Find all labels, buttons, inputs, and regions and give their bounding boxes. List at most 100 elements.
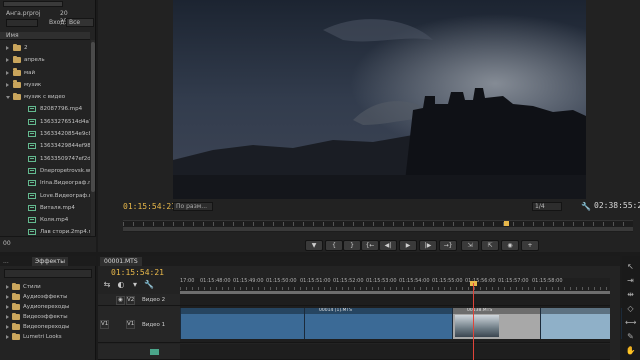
bin-item[interactable]: музик с видео bbox=[0, 91, 90, 103]
marker-button[interactable]: ▼ bbox=[305, 240, 323, 251]
effects-category[interactable]: Видеопереходы bbox=[0, 322, 96, 332]
duration-timecode: 02:38:55:21 bbox=[594, 201, 640, 210]
column-header-label: Имя bbox=[6, 32, 19, 39]
disclosure-closed-icon[interactable] bbox=[6, 315, 9, 319]
bin-item[interactable]: май bbox=[0, 67, 90, 79]
toggle-track-output-icon[interactable]: ◉ bbox=[116, 296, 125, 305]
clip-item[interactable]: Коля.mp4 bbox=[0, 214, 90, 226]
timeline-clip[interactable]: 00138.MTS bbox=[452, 308, 540, 339]
ruler-label: 01:15:48:00 bbox=[200, 278, 231, 284]
tab-other[interactable]: ... bbox=[0, 257, 12, 266]
timeline-clip[interactable] bbox=[540, 308, 610, 339]
tab-effects[interactable]: Эффекты bbox=[32, 257, 68, 266]
track-target-v1[interactable]: V1 bbox=[126, 320, 135, 329]
ripple-edit-tool-icon[interactable]: ⇹ bbox=[625, 290, 636, 299]
razor-tool-icon[interactable]: ◇ bbox=[625, 304, 636, 313]
linked-selection-icon[interactable]: ◐ bbox=[116, 280, 126, 290]
audio-track-indicator bbox=[150, 349, 159, 355]
folder-icon bbox=[13, 80, 21, 88]
clip-item[interactable]: 82087796.mp4 bbox=[0, 103, 90, 115]
effects-category[interactable]: Аудиопереходы bbox=[0, 302, 96, 312]
clip-item[interactable]: 13633276514d4a7a bbox=[0, 116, 90, 128]
disclosure-closed-icon[interactable] bbox=[6, 295, 9, 299]
project-scrollbar[interactable] bbox=[91, 40, 95, 236]
disclosure-closed-icon[interactable] bbox=[6, 335, 9, 339]
clip-item[interactable]: Виталя.mp4 bbox=[0, 202, 90, 214]
ruler-label: 01:15:58:00 bbox=[532, 278, 563, 284]
disclosure-closed-icon[interactable] bbox=[6, 305, 9, 309]
track-header-a1 bbox=[98, 344, 180, 360]
settings-icon[interactable]: 🔧 bbox=[144, 280, 154, 290]
timeline-playhead[interactable] bbox=[473, 283, 474, 360]
mark-in-button[interactable]: { bbox=[325, 240, 343, 251]
clip-icon bbox=[28, 167, 36, 174]
bin-item[interactable]: музик bbox=[0, 79, 90, 91]
timeline-timecode[interactable]: 01:15:54:21 bbox=[111, 268, 164, 277]
effects-category[interactable]: Lumetri Looks bbox=[0, 332, 96, 342]
scrollbar-thumb[interactable] bbox=[91, 42, 95, 192]
resolution-select[interactable]: 1/4 bbox=[532, 202, 562, 211]
track-lane-a1[interactable] bbox=[180, 344, 610, 360]
export-frame-button[interactable]: ◉ bbox=[501, 240, 519, 251]
project-search-input[interactable] bbox=[6, 19, 38, 27]
step-back-button[interactable]: ◀| bbox=[379, 240, 397, 251]
clip-item[interactable]: 13633509747ef2d bbox=[0, 153, 90, 165]
step-forward-button[interactable]: |▶ bbox=[419, 240, 437, 251]
play-button[interactable]: ▶ bbox=[399, 240, 417, 251]
find-scope-select[interactable]: Все bbox=[66, 18, 94, 27]
clip-item[interactable]: Love.Видеограф.m bbox=[0, 190, 90, 202]
effects-category-label: Аудиопереходы bbox=[23, 304, 70, 310]
track-select-tool-icon[interactable]: ⇥ bbox=[625, 276, 636, 285]
ruler-label: 17:00 bbox=[180, 278, 195, 284]
item-label: Dnepropetrovsk.w bbox=[40, 167, 90, 174]
monitor-time-ruler[interactable] bbox=[123, 220, 633, 232]
clip-title bbox=[541, 308, 610, 314]
disclosure-open-icon[interactable] bbox=[6, 96, 10, 100]
timeline-clip[interactable]: 00014 [1].MTS bbox=[304, 308, 452, 339]
clip-item[interactable]: 13633420854e9c8d bbox=[0, 128, 90, 140]
track-lane-v1[interactable]: 00014 [1].MTS00138.MTS00090.MTS bbox=[180, 306, 622, 343]
track-target-v2[interactable]: V2 bbox=[126, 296, 135, 305]
ruler-label: 01:15:50:00 bbox=[266, 278, 297, 284]
monitor-playhead[interactable] bbox=[504, 221, 509, 226]
disclosure-closed-icon[interactable] bbox=[6, 82, 9, 87]
disclosure-closed-icon[interactable] bbox=[6, 325, 9, 329]
disclosure-closed-icon[interactable] bbox=[6, 58, 9, 63]
go-to-in-button[interactable]: {← bbox=[361, 240, 379, 251]
timeline-ruler[interactable]: 17:00 01:15:48:00 01:15:49:00 01:15:50:00 01… bbox=[180, 278, 610, 294]
add-button[interactable]: + bbox=[521, 240, 539, 251]
current-timecode[interactable]: 01:15:54:21 bbox=[123, 202, 176, 211]
timeline-clip[interactable] bbox=[180, 308, 304, 339]
hand-tool-icon[interactable]: ✋ bbox=[625, 346, 636, 355]
clip-item[interactable]: Irina.Видеограф.m bbox=[0, 177, 90, 189]
scrub-bar[interactable] bbox=[123, 227, 633, 231]
track-lane-v2[interactable] bbox=[180, 294, 610, 306]
disclosure-closed-icon[interactable] bbox=[6, 46, 9, 50]
track-name-v2: Видео 2 bbox=[142, 297, 166, 303]
clip-item[interactable]: Dnepropetrovsk.w bbox=[0, 165, 90, 177]
project-footer: 00 bbox=[0, 236, 96, 252]
wrench-icon[interactable]: 🔧 bbox=[581, 202, 591, 211]
selection-tool-icon[interactable]: ↖ bbox=[625, 262, 636, 271]
effects-category[interactable]: Видеоэффекты bbox=[0, 312, 96, 322]
bin-item[interactable]: апрель bbox=[0, 54, 90, 66]
go-to-out-button[interactable]: →} bbox=[439, 240, 457, 251]
overwrite-button[interactable]: ⇱ bbox=[481, 240, 499, 251]
effects-category[interactable]: Стили bbox=[0, 282, 96, 292]
bin-item[interactable]: 2 bbox=[0, 42, 90, 54]
add-marker-icon[interactable]: ▾ bbox=[130, 280, 140, 290]
clip-item[interactable]: 13633429844ef983 bbox=[0, 140, 90, 152]
effects-search-input[interactable] bbox=[4, 269, 92, 278]
disclosure-closed-icon[interactable] bbox=[6, 285, 9, 289]
snap-icon[interactable]: ⇆ bbox=[102, 280, 112, 290]
disclosure-closed-icon[interactable] bbox=[6, 70, 9, 75]
source-patch-v1[interactable]: V1 bbox=[100, 320, 109, 329]
pen-tool-icon[interactable]: ✎ bbox=[625, 332, 636, 341]
mark-out-button[interactable]: } bbox=[343, 240, 361, 251]
insert-button[interactable]: ⇲ bbox=[461, 240, 479, 251]
sequence-tab[interactable]: 00001.MTS bbox=[100, 257, 142, 266]
effects-category[interactable]: Аудиоэффекты bbox=[0, 292, 96, 302]
slip-tool-icon[interactable]: ⟷ bbox=[625, 318, 636, 327]
fit-select[interactable]: По разм... bbox=[173, 202, 213, 211]
column-header-name[interactable]: Имя bbox=[0, 32, 90, 40]
